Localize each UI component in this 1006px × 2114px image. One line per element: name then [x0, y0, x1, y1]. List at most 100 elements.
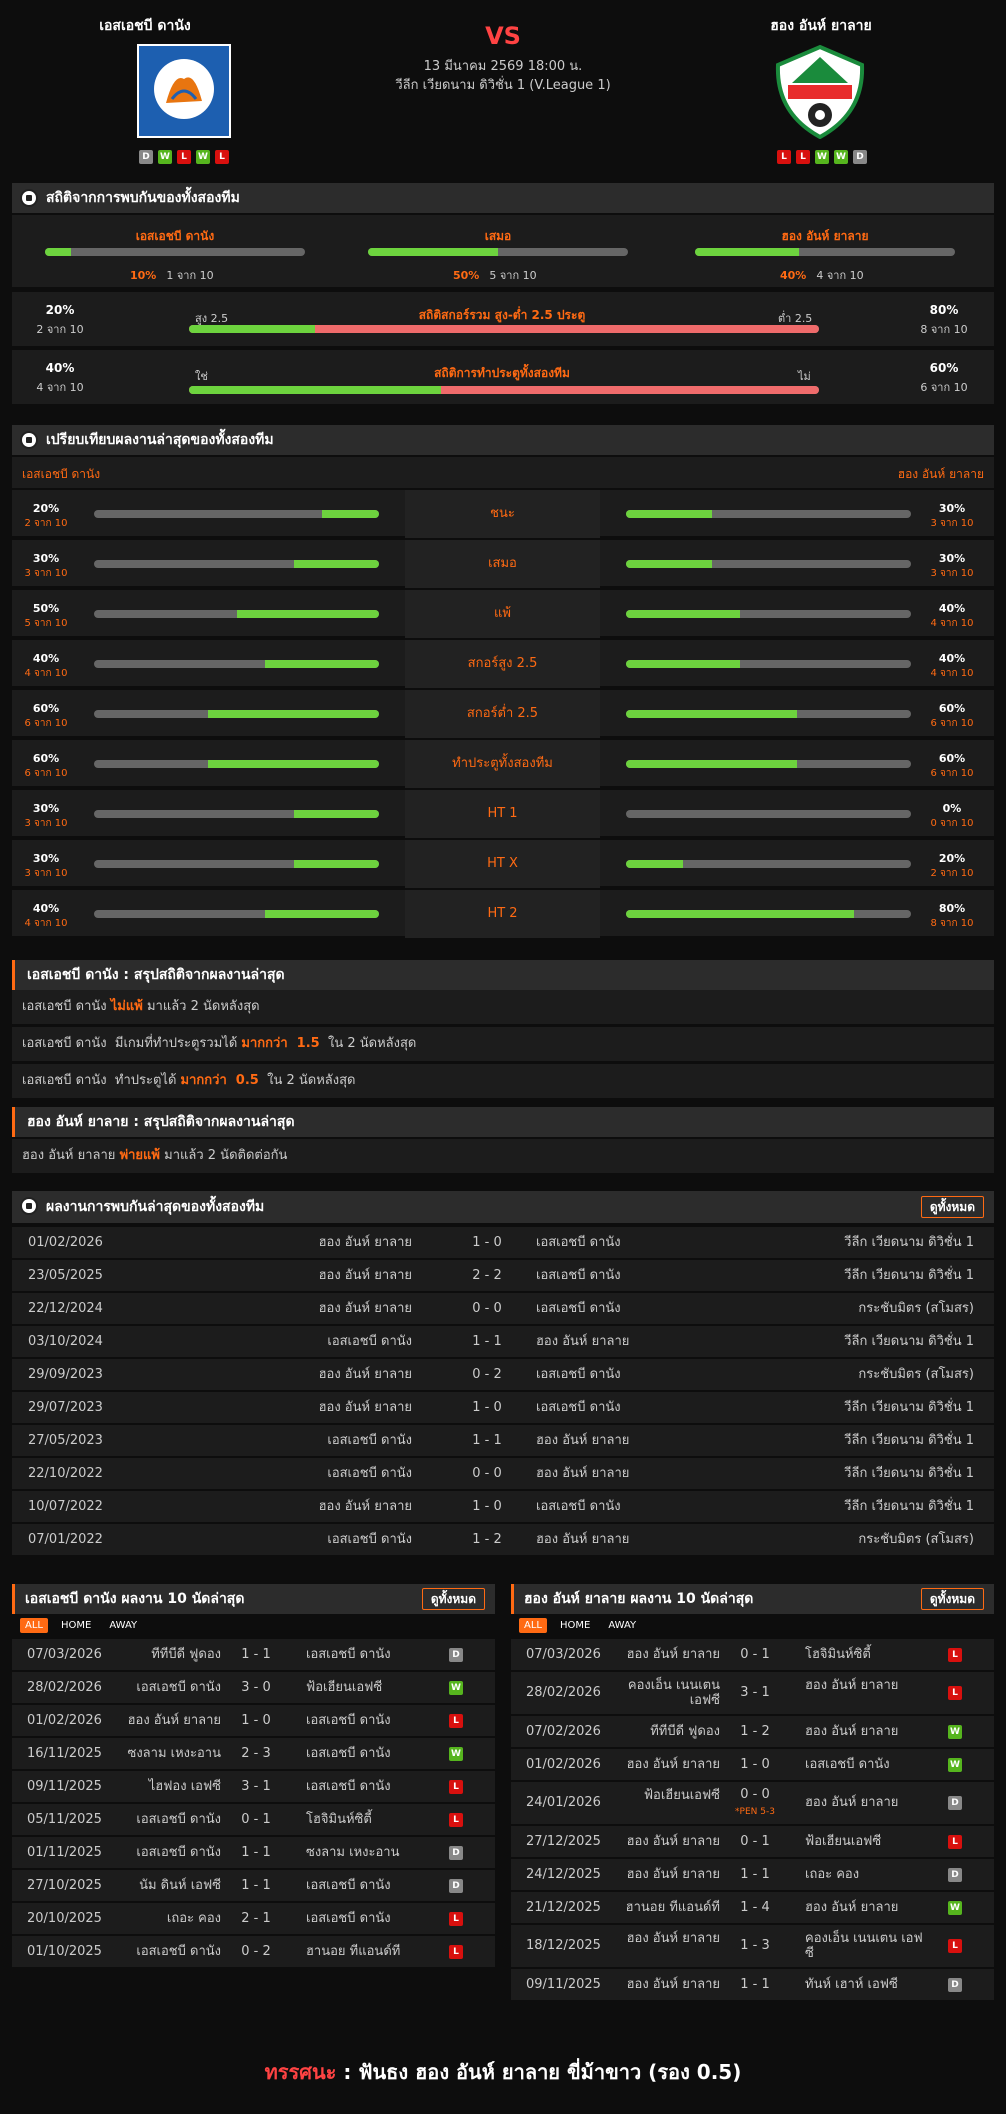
recent-score: 0 - 1	[740, 1647, 770, 1662]
home-stat-pct: 40%	[32, 652, 60, 665]
h2h-competition: กระชับมิตร (สโมสร)	[858, 1301, 974, 1316]
h2h-row[interactable]: 01/02/2026 ฮอง อันห์ ยาลาย 1 - 0 เอสเอชบี ด…	[12, 1227, 994, 1258]
home-stat-pct: 20%	[32, 502, 60, 515]
h2h-home-team: ฮอง อันห์ ยาลาย	[318, 1400, 412, 1415]
away-stat-pct: 20%	[938, 852, 966, 865]
h2h-date: 22/10/2022	[28, 1466, 103, 1481]
tab-home[interactable]: HOME	[56, 1618, 96, 1633]
away-stat-bar	[626, 810, 911, 818]
compare-row: 50% 5 จาก 10 แพ้ 40% 4 จาก 10	[12, 590, 994, 638]
section-title: เปรียบเทียบผลงานล่าสุดของทั้งสองทีม	[46, 432, 274, 448]
compare-row: 30% 3 จาก 10 เสมอ 30% 3 จาก 10	[12, 540, 994, 588]
compare-row: 30% 3 จาก 10 HT 1 0% 0 จาก 10	[12, 790, 994, 838]
recent-score: 0 - 1	[241, 1812, 271, 1827]
h2h-score: 1 - 1	[472, 1433, 502, 1448]
recent-score: 0 - 2	[241, 1944, 271, 1959]
h2h-col-bar-fill	[45, 248, 71, 256]
recent-row[interactable]: 28/02/2026 คองเอ็น เนนเตน เอฟซี 3 - 1 ฮอง อ…	[511, 1672, 994, 1714]
recent-row[interactable]: 07/03/2026 ฮอง อันห์ ยาลาย 0 - 1 โฮจิมินห์ซ…	[511, 1639, 994, 1670]
recent-row[interactable]: 07/03/2026 ทีทีบีดี ฟูดอง 1 - 1 เอสเอชบี ดา…	[12, 1639, 495, 1670]
tab-all[interactable]: ALL	[519, 1617, 547, 1633]
recent-row[interactable]: 16/11/2025 ซงลาม เหงะอาน 2 - 3 เอสเอชบี ดาน…	[12, 1738, 495, 1769]
h2h-view-all-button[interactable]: ดูทั้งหมด	[920, 1196, 984, 1218]
recent-row[interactable]: 20/10/2025 เถอะ คอง 2 - 1 เอสเอชบี ดานัง L	[12, 1903, 495, 1934]
h2h-row[interactable]: 22/12/2024 ฮอง อันห์ ยาลาย 0 - 0 เอสเอชบี ด…	[12, 1293, 994, 1324]
match-league[interactable]: วีลีก เวียดนาม ดิวิชั่น 1 (V.League 1)	[353, 74, 653, 95]
result-badge: W	[449, 1680, 463, 1695]
recent-penalty: *PEN 5-3	[735, 1807, 775, 1817]
h2h-row[interactable]: 29/07/2023 ฮอง อันห์ ยาลาย 1 - 0 เอสเอชบี ด…	[12, 1392, 994, 1423]
compare-label: HT 2	[405, 890, 600, 938]
tab-home[interactable]: HOME	[555, 1618, 595, 1633]
recent-row[interactable]: 27/10/2025 นัม ดินห์ เอฟซี 1 - 1 เอสเอชบี ด…	[12, 1870, 495, 1901]
away-recent-header: ฮอง อันห์ ยาลาย ผลงาน 10 นัดล่าสุด ดูทั้…	[511, 1584, 994, 1614]
recent-date: 01/11/2025	[27, 1845, 102, 1860]
recent-home-team: ฮอง อันห์ ยาลาย	[626, 1757, 720, 1772]
recent-row[interactable]: 27/12/2025 ฮอง อันห์ ยาลาย 0 - 1 ฟ้อเฮียนเอ…	[511, 1826, 994, 1857]
home-stat-bar-fill	[293, 810, 379, 818]
home-stat-bar	[94, 660, 379, 668]
recent-score: 3 - 1	[241, 1779, 271, 1794]
compare-away-name: ฮอง อันห์ ยาลาย	[897, 467, 984, 481]
football-icon	[20, 431, 38, 449]
recent-date: 01/02/2026	[526, 1757, 601, 1772]
compare-label: ชนะ	[405, 490, 600, 538]
home-stat-bar-fill	[293, 560, 379, 568]
recent-row[interactable]: 01/02/2026 ฮอง อันห์ ยาลาย 1 - 0 เอสเอชบี ด…	[12, 1705, 495, 1736]
h2h-row[interactable]: 07/01/2022 เอสเอชบี ดานัง 1 - 2 ฮอง อันห์ ย…	[12, 1524, 994, 1555]
compare-team-bar: เอสเอชบี ดานัง ฮอง อันห์ ยาลาย	[12, 457, 994, 488]
recent-home-team: ซงลาม เหงะอาน	[127, 1746, 221, 1761]
recent-away-team: โฮจิมินห์ซิตี้	[805, 1647, 871, 1662]
recent-row[interactable]: 01/02/2026 ฮอง อันห์ ยาลาย 1 - 0 เอสเอชบี ด…	[511, 1749, 994, 1780]
recent-row[interactable]: 09/11/2025 ไฮฟอง เอฟซี 3 - 1 เอสเอชบี ดานัง…	[12, 1771, 495, 1802]
recent-row[interactable]: 07/02/2026 ทีทีบีดี ฟูดอง 1 - 2 ฮอง อันห์ ย…	[511, 1716, 994, 1747]
away-team-name[interactable]: ฮอง อันห์ ยาลาย	[721, 15, 921, 37]
recent-row[interactable]: 05/11/2025 เอสเอชบี ดานัง 0 - 1 โฮจิมินห์ซิ…	[12, 1804, 495, 1835]
recent-home-team: เถอะ คอง	[166, 1911, 221, 1926]
recent-home-team: เอสเอชบี ดานัง	[136, 1944, 221, 1959]
recent-away-team: เอสเอชบี ดานัง	[306, 1779, 391, 1794]
recent-date: 01/10/2025	[27, 1944, 102, 1959]
form-badge: L	[177, 150, 191, 164]
h2h-row[interactable]: 29/09/2023 ฮอง อันห์ ยาลาย 0 - 2 เอสเอชบี ด…	[12, 1359, 994, 1390]
recent-away-team: คองเอ็น เนนเตน เอฟซี	[805, 1931, 923, 1961]
tab-away[interactable]: AWAY	[603, 1618, 641, 1633]
home-recent-view-all-button[interactable]: ดูทั้งหมด	[421, 1588, 485, 1610]
h2h-date: 03/10/2024	[28, 1334, 103, 1349]
recent-row[interactable]: 24/12/2025 ฮอง อันห์ ยาลาย 1 - 1 เถอะ คอง D	[511, 1859, 994, 1890]
away-stat-pct: 0%	[942, 802, 962, 815]
h2h-col-count: 5 จาก 10	[489, 269, 537, 282]
recent-row[interactable]: 01/10/2025 เอสเอชบี ดานัง 0 - 2 ฮานอย ทีแอน…	[12, 1936, 495, 1967]
away-recent-view-all-button[interactable]: ดูทั้งหมด	[920, 1588, 984, 1610]
h2h-row[interactable]: 10/07/2022 ฮอง อันห์ ยาลาย 1 - 0 เอสเอชบี ด…	[12, 1491, 994, 1522]
form-badge: W	[196, 150, 210, 164]
h2h-row[interactable]: 03/10/2024 เอสเอชบี ดานัง 1 - 1 ฮอง อันห์ ย…	[12, 1326, 994, 1357]
tab-away[interactable]: AWAY	[104, 1618, 142, 1633]
recent-row[interactable]: 09/11/2025 ฮอง อันห์ ยาลาย 1 - 1 ทันห์ เฮาห…	[511, 1969, 994, 2000]
h2h-col-pct: 10%	[130, 269, 157, 282]
btts-no-count: 6 จาก 10	[920, 381, 968, 394]
recent-date: 07/03/2026	[526, 1647, 601, 1662]
btts-no-label: ไม่	[798, 370, 811, 383]
summary-text: ใน 2 นัดหลังสุด	[258, 1073, 356, 1088]
recent-row[interactable]: 24/01/2026 ฟ้อเฮียนเอฟซี 0 - 0 *PEN 5-3 ฮอง …	[511, 1782, 994, 1824]
recent-row[interactable]: 28/02/2026 เอสเอชบี ดานัง 3 - 0 ฟ้อเฮียนเอฟ…	[12, 1672, 495, 1703]
result-badge: L	[948, 1939, 962, 1953]
tab-all[interactable]: ALL	[20, 1617, 48, 1633]
home-team-name[interactable]: เอสเอชบี ดานัง	[45, 15, 245, 37]
recent-away-team: ฟ้อเฮียนเอฟซี	[805, 1834, 882, 1849]
form-badge: W	[158, 150, 172, 164]
home-stat-bar-fill	[265, 660, 379, 668]
home-stat-count: 4 จาก 10	[24, 668, 68, 679]
away-stat-bar-fill	[626, 860, 683, 868]
recent-row[interactable]: 01/11/2025 เอสเอชบี ดานัง 1 - 1 ซงลาม เหงะอ…	[12, 1837, 495, 1868]
h2h-competition: กระชับมิตร (สโมสร)	[858, 1367, 974, 1382]
home-stat-count: 2 จาก 10	[24, 518, 68, 529]
h2h-row[interactable]: 22/10/2022 เอสเอชบี ดานัง 0 - 0 ฮอง อันห์ ย…	[12, 1458, 994, 1489]
recent-row[interactable]: 18/12/2025 ฮอง อันห์ ยาลาย 1 - 3 คองเอ็น เน…	[511, 1925, 994, 1967]
h2h-row[interactable]: 23/05/2025 ฮอง อันห์ ยาลาย 2 - 2 เอสเอชบี ด…	[12, 1260, 994, 1291]
recent-row[interactable]: 21/12/2025 ฮานอย ทีแอนด์ที 1 - 4 ฮอง อันห์ …	[511, 1892, 994, 1923]
h2h-row[interactable]: 27/05/2023 เอสเอชบี ดานัง 1 - 1 ฮอง อันห์ ย…	[12, 1425, 994, 1456]
away-stat-count: 4 จาก 10	[930, 668, 974, 679]
h2h-away-team: เอสเอชบี ดานัง	[536, 1400, 621, 1415]
